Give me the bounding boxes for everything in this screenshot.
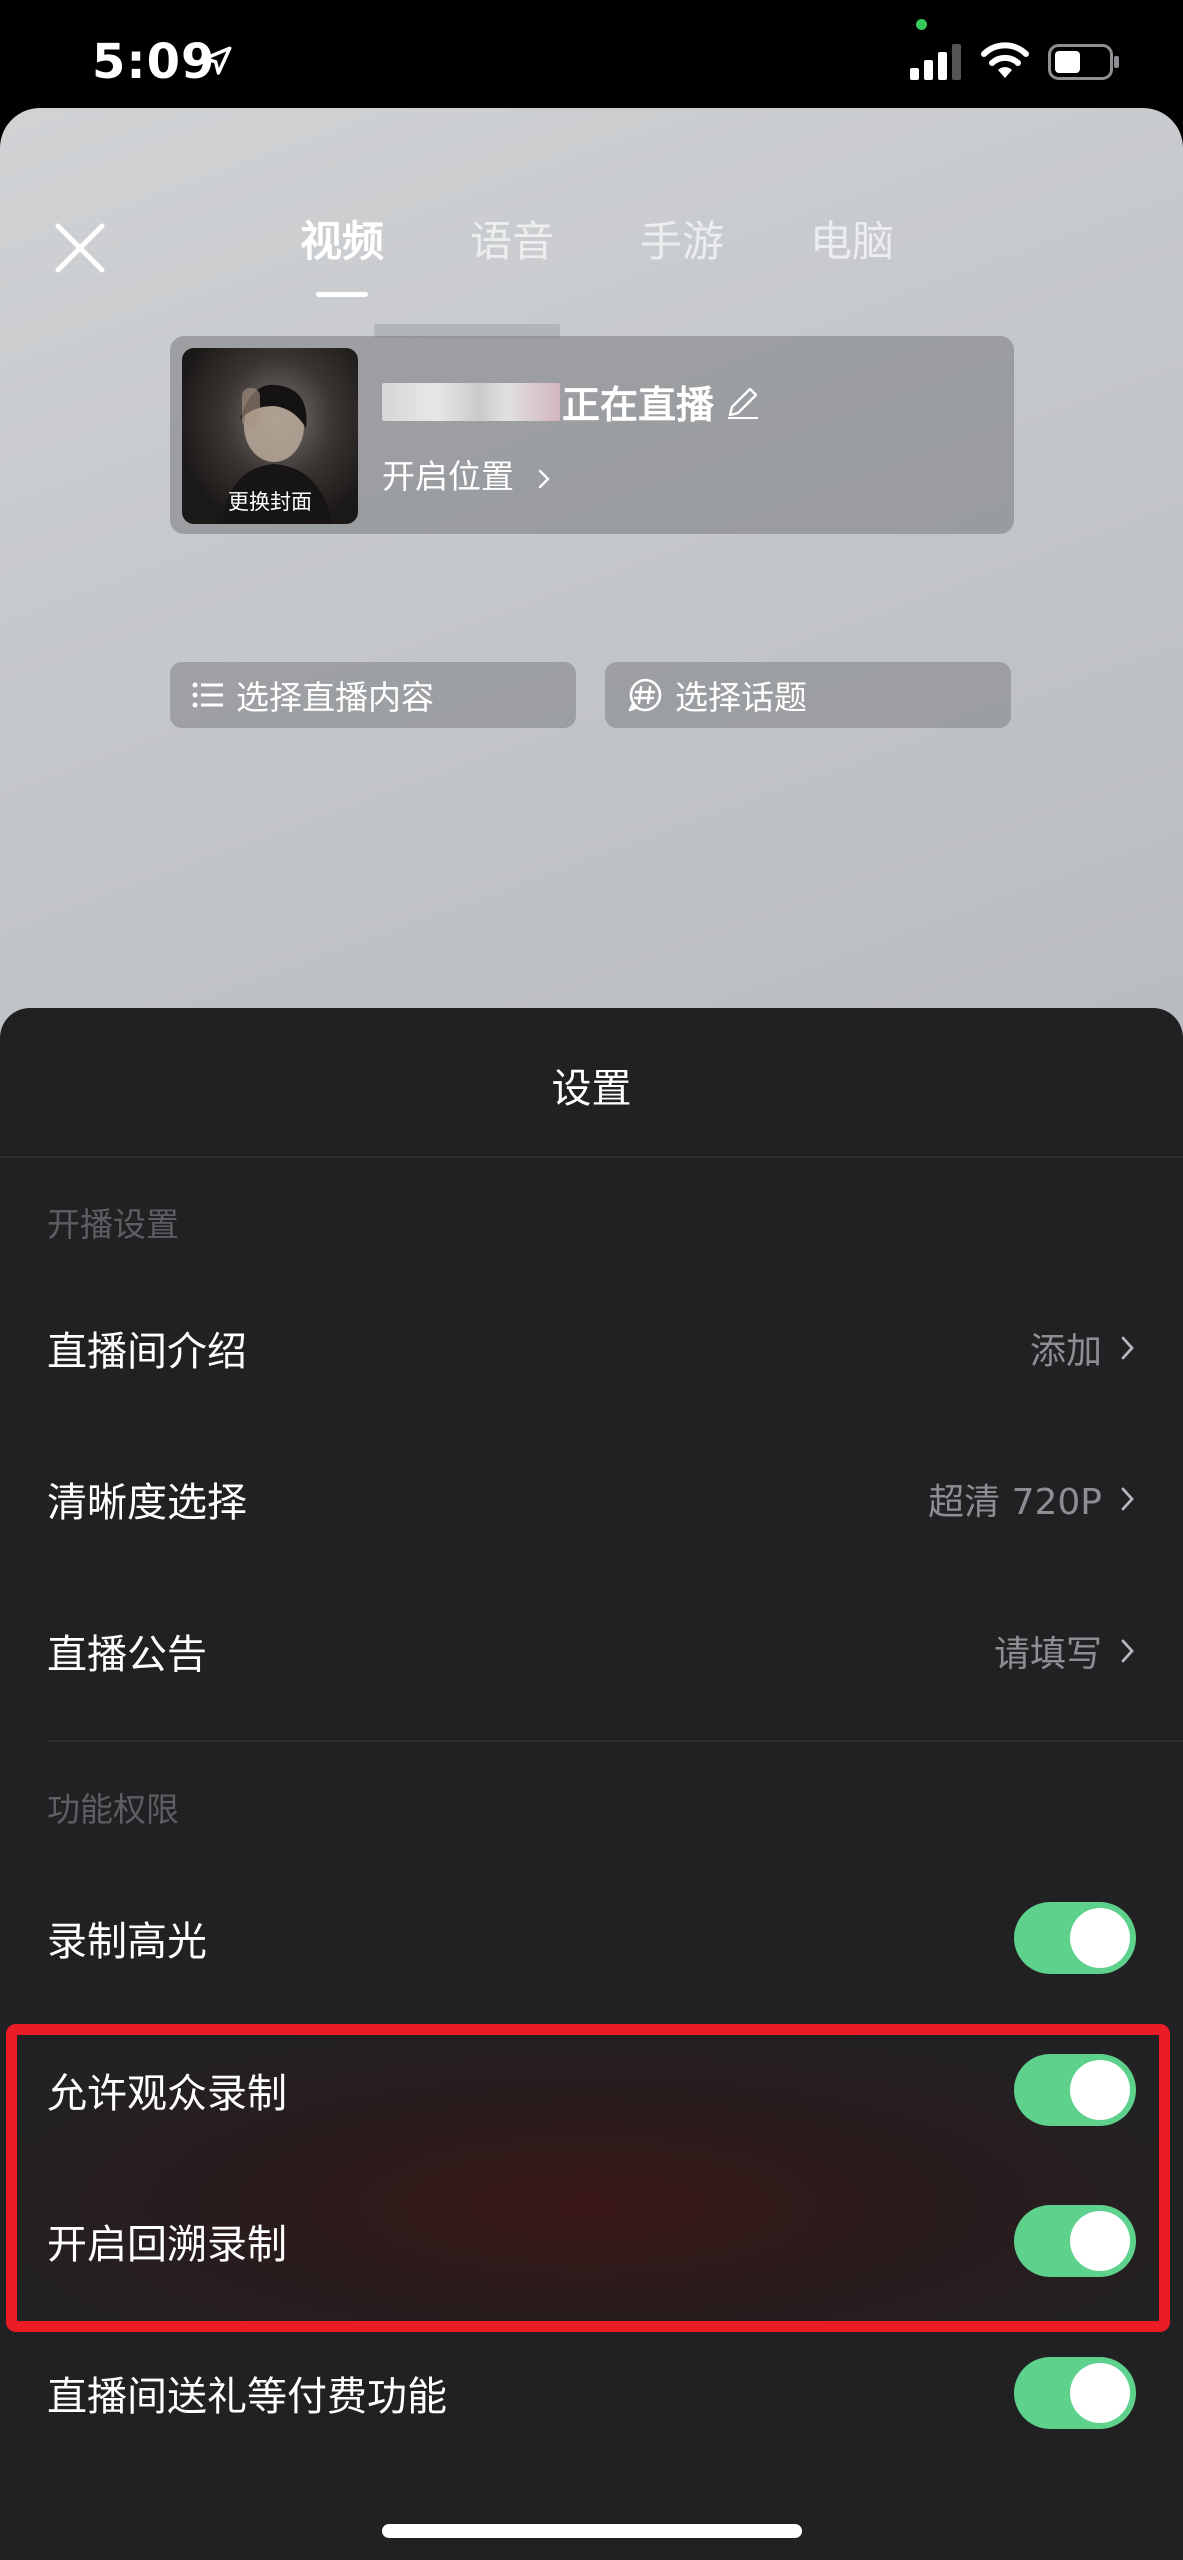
section-permissions: 功能权限 — [47, 1790, 179, 1829]
quality-label: 清晰度选择 — [47, 1480, 247, 1526]
quality-value: 超清 720P — [928, 1482, 1102, 1523]
row-rewind-record: 开启回溯录制 — [47, 2201, 1136, 2281]
rewind-record-toggle[interactable] — [1014, 2205, 1136, 2277]
notice-value-wrap: 请填写 — [994, 1625, 1136, 1677]
chevron-right-icon — [1121, 1639, 1134, 1663]
list-icon — [192, 682, 223, 708]
quality-value-wrap: 超清 720P — [928, 1473, 1136, 1525]
settings-title: 设置 — [551, 1066, 632, 1112]
row-room-intro[interactable]: 直播间介绍 添加 — [47, 1308, 1136, 1388]
camera-preview: 视频 语音 手游 电脑 更换封面 正在直播 开启位置 选择直播内容 选择话题 — [0, 108, 1183, 1128]
select-content-button[interactable]: 选择直播内容 — [170, 662, 576, 728]
room-intro-label: 直播间介绍 — [47, 1329, 247, 1375]
battery-icon — [1048, 44, 1119, 80]
tab-voice[interactable]: 语音 — [470, 208, 554, 269]
cover-thumbnail[interactable]: 更换封面 — [182, 348, 358, 524]
stream-title-row[interactable]: 正在直播 — [382, 374, 762, 429]
status-bar: 5:09 — [0, 0, 1183, 108]
toggle-knob — [1070, 2211, 1130, 2271]
chevron-right-icon — [1121, 1336, 1134, 1360]
section-divider — [47, 1740, 1183, 1742]
home-indicator[interactable] — [382, 2524, 802, 2538]
record-highlight-label: 录制高光 — [47, 1919, 207, 1965]
blurred-username — [382, 382, 560, 421]
record-highlight-toggle[interactable] — [1014, 1902, 1136, 1974]
select-content-label: 选择直播内容 — [236, 678, 434, 717]
notice-value: 请填写 — [993, 1634, 1102, 1675]
status-time: 5:09 — [92, 34, 216, 90]
title-divider — [0, 1156, 1183, 1158]
room-intro-value-wrap: 添加 — [1030, 1322, 1136, 1374]
section-broadcast-settings: 开播设置 — [47, 1205, 179, 1244]
cellular-signal-icon — [910, 44, 961, 80]
tab-video[interactable]: 视频 — [300, 208, 384, 297]
settings-sheet: 设置 开播设置 直播间介绍 添加 清晰度选择 超清 720P 直播公告 请填写 … — [0, 1008, 1183, 2560]
chevron-right-icon — [1121, 1487, 1134, 1511]
location-arrow-icon — [202, 46, 232, 75]
row-quality[interactable]: 清晰度选择 超清 720P — [47, 1459, 1136, 1539]
row-paid-features: 直播间送礼等付费功能 — [47, 2353, 1136, 2433]
mode-tabs: 视频 语音 手游 电脑 — [300, 208, 894, 297]
room-intro-value: 添加 — [1029, 1331, 1102, 1372]
audience-record-label: 允许观众录制 — [47, 2071, 287, 2117]
row-record-highlight: 录制高光 — [47, 1898, 1136, 1978]
stream-title: 正在直播 — [562, 383, 715, 427]
select-topic-label: 选择话题 — [675, 678, 807, 717]
pencil-icon[interactable] — [724, 383, 762, 421]
row-notice[interactable]: 直播公告 请填写 — [47, 1611, 1136, 1691]
chevron-right-icon — [538, 469, 550, 488]
tab-mobile-game[interactable]: 手游 — [640, 208, 724, 269]
tab-pc[interactable]: 电脑 — [810, 208, 894, 269]
notice-label: 直播公告 — [47, 1632, 207, 1678]
hashtag-bubble-icon — [628, 678, 662, 712]
row-audience-record: 允许观众录制 — [47, 2050, 1136, 2130]
audience-record-toggle[interactable] — [1014, 2054, 1136, 2126]
change-cover-label: 更换封面 — [228, 490, 312, 514]
toggle-knob — [1070, 2060, 1130, 2120]
privacy-indicator — [916, 19, 927, 30]
wifi-icon — [981, 42, 1029, 78]
toggle-knob — [1070, 1908, 1130, 1968]
live-info-card: 更换封面 正在直播 开启位置 — [170, 336, 1014, 534]
paid-features-toggle[interactable] — [1014, 2357, 1136, 2429]
rewind-record-label: 开启回溯录制 — [47, 2222, 287, 2268]
location-label: 开启位置 — [382, 457, 514, 496]
select-topic-button[interactable]: 选择话题 — [605, 662, 1011, 728]
location-toggle[interactable]: 开启位置 — [382, 450, 553, 498]
close-icon[interactable] — [50, 218, 110, 278]
toggle-knob — [1070, 2363, 1130, 2423]
paid-features-label: 直播间送礼等付费功能 — [47, 2374, 447, 2420]
